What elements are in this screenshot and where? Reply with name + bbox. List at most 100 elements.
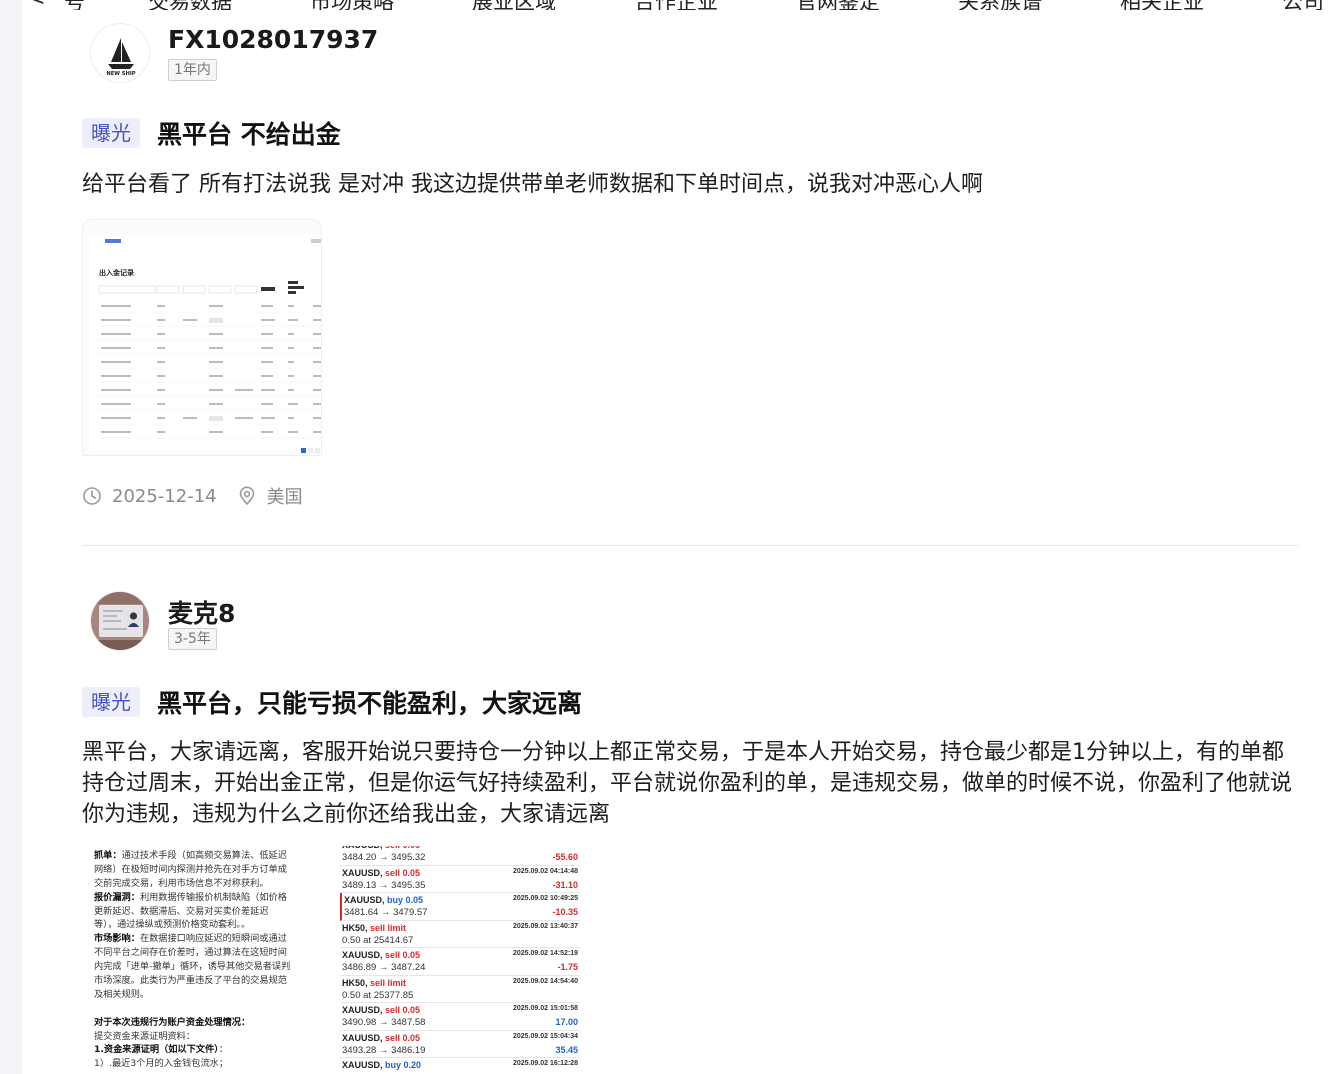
notice-line-text: 等），通过操纵或预测价格变动套利。。 [94,919,251,931]
trade-prices: 3486.89 → 3487.24 [342,962,426,973]
notice-line-text: 通过技术手段（如高频交易算法、低延迟 [121,850,287,861]
post-title[interactable]: 黑平台，只能亏损不能盈利，大家远离 [157,684,582,720]
trade-row: XAUUSD, sell 0.05 3489.13 → 3495.35 2025.0… [340,866,580,893]
trade-row: XAUUSD, buy 0.05 3481.64 → 3479.57 2025.09… [340,893,580,921]
notice-line: 内完成「进单-撤单」循环，诱导其他交易者误判 [94,960,318,974]
trade-row: HK50, sell limit 0.50 at 25414.67 2025.09.… [340,921,580,948]
trade-symbol: XAUUSD, [342,846,385,850]
notice-line: 抓单：通过技术手段（如高频交易算法、低延迟 [94,849,318,863]
trade-symbol: HK50, [342,922,371,933]
post-title-row[interactable]: 曝光 黑平台 不给出金 [82,117,341,149]
trade-symbol: XAUUSD, [342,1032,386,1043]
trade-pnl: 35.45 [555,1044,578,1055]
post-image[interactable]: 抓单：通过技术手段（如高频交易算法、低延迟 网络）在极短时间内探测并抢先在对手方订… [82,846,322,1074]
location-pin-icon [239,486,254,506]
notice-line: 市场深度。此类行为严重违反了平台的交易规范 [94,974,318,988]
pager-current [301,448,306,453]
post-location: 美国 [266,487,303,508]
notice-line: 等），通过操纵或预测价格变动套利。。 [94,918,318,932]
post-title-row[interactable]: 曝光 黑平台，只能亏损不能盈利，大家远离 [82,686,582,718]
username[interactable]: 麦克8 [168,594,235,630]
exposure-tag[interactable]: 曝光 [82,687,140,717]
trade-time: 2025.09.02 04:14:48 [513,867,578,875]
trade-time: 2025.09.02 04:10: [521,846,578,847]
notice-line: 网络）在极短时间内探测并抢先在对手方订单成 [94,863,318,877]
trade-pnl: -31.10 [552,879,578,890]
notice-line: 不同平台之间存在价差时，通过算法在这短时间 [94,946,318,960]
trade-row: XAUUSD, sell 0.05 3493.28 → 3486.19 2025.0… [340,1031,580,1058]
notice-line-text: 提交资金来源证明资料： [94,1030,196,1042]
trade-action: sell 0.05 [385,867,421,878]
trade-time: 2025.09.02 14:54:40 [513,977,578,985]
notice-line-text: 在数据接口响应延迟的短瞬间或通过 [139,933,287,945]
notice-line-bold: 对于本次违规行为账户资金处理情况： [94,1016,251,1028]
trade-pnl: -1.75 [557,962,578,972]
post-title[interactable]: 黑平台 不给出金 [157,115,341,151]
trade-action: sell 0.05 [385,1032,421,1043]
clock-icon [83,487,101,505]
post-body: 给平台看了 所有打法说我 是对冲 我这边提供带单老师数据和下单时间点，说我对冲恶… [82,172,983,197]
tenure-badge: 3-5年 [168,628,217,650]
trade-time: 2025.09.02 16:12:28 [513,1060,578,1067]
trade-row: HK50, sell limit 0.50 at 25377.85 2025.09.… [340,976,580,1003]
tenure-badge: 1年内 [168,59,217,81]
notice-line: 更新延迟、数据滞后、交易对买卖价差延迟 [94,905,318,919]
notice-line: 1）.最近3个月的入金钱包流水； [94,1057,318,1071]
ship-logo-icon: NEW SHIP [106,38,136,77]
notice-line-bold: 1.资金来源证明（如以下文件） [94,1044,219,1056]
notice-line-bold: 报价漏洞： [94,891,140,903]
notice-line: 市场影响：在数据接口响应延迟的短瞬间或通过 [94,932,318,946]
notice-line-text: ： [218,1044,228,1056]
avatar[interactable]: NEW SHIP [90,23,150,83]
trade-row: XAUUSD, sell 0.05 3484.20 → 3495.32 2025.0… [340,846,580,866]
trade-time: 2025.09.02 15:01:58 [513,1005,578,1012]
trade-action: sell 0.05 [385,1005,421,1015]
notice-line-bold: 抓单： [94,850,122,861]
username[interactable]: FX1028017937 [168,25,378,54]
notice-line-text: 不同平台之间存在价差时，通过算法在这短时间 [94,947,287,959]
trade-pnl: -55.60 [552,852,578,862]
notice-line-text: 内完成「进单-撤单」循环，诱导其他交易者误判 [94,961,291,973]
trade-symbol: XAUUSD, [344,895,388,905]
post-divider [82,545,1299,546]
notice-document: 抓单：通过技术手段（如高频交易算法、低延迟 网络）在极短时间内探测并抢先在对手方订… [82,846,322,1071]
notice-line: 交前完成交易，利用市场信息不对称获利。 [94,877,318,891]
trade-prices: 3481.64 → 3479.57 [344,907,428,918]
post-image[interactable]: 出入金记录 [82,219,322,456]
post-card[interactable]: NEW SHIP FX1028017937 1年内 曝光 黑平台 不给出金 给平… [82,0,1302,545]
notice-line [94,1002,318,1016]
trade-symbol: XAUUSD, [342,867,386,878]
trade-row: XAUUSD, sell 0.05 3486.89 → 3487.24 2025.0… [340,948,580,976]
post-card[interactable]: 麦克8 3-5年 曝光 黑平台，只能亏损不能盈利，大家远离 黑平台，大家请远离，… [82,560,1302,1074]
post-image[interactable]: XAUUSD, sell 0.05 3484.20 → 3495.32 2025.0… [340,846,580,1074]
trade-time: 2025.09.02 15:04:34 [513,1032,578,1040]
post-date: 2025-12-14 [112,485,217,507]
trade-prices: 3490.98 → 3487.58 [342,1017,426,1028]
notice-line: 1.资金来源证明（如以下文件）： [94,1043,318,1057]
trade-pnl: 17.00 [555,1017,578,1027]
trade-symbol: XAUUSD, [342,950,386,960]
notice-line: 对于本次违规行为账户资金处理情况： [94,1016,318,1030]
trade-time: 2025.09.02 10:49:25 [513,895,578,902]
trade-symbol: XAUUSD, [342,1060,386,1070]
trade-symbol: XAUUSD, [342,1005,386,1015]
trade-action: sell limit [370,977,407,988]
trade-prices: 3489.13 → 3495.35 [342,879,426,891]
notice-line: 提交资金来源证明资料： [94,1030,318,1044]
trade-prices: 3493.28 → 3486.19 [342,1044,426,1056]
notice-line-text: 利用数据传输报价机制缺陷（如价格 [139,891,287,903]
notice-line-text: 1）.最近3个月的入金钱包流水； [94,1058,229,1070]
exposure-tag[interactable]: 曝光 [82,118,140,148]
trade-symbol: HK50, [342,977,371,988]
trade-action: sell limit [370,922,407,933]
trade-action: sell 0.05 [385,846,420,850]
trade-pnl: -10.35 [552,907,578,917]
notice-line-text: 及相关规则。 [94,988,150,1000]
trade-action: buy 0.05 [387,895,424,905]
notice-line-bold: 市场影响： [94,933,140,945]
notice-line: 及相关规则。 [94,988,318,1002]
notice-line-text: 交前完成交易，利用市场信息不对称获利。 [94,877,269,889]
trade-action: sell 0.05 [385,950,421,960]
avatar[interactable] [90,591,150,651]
id-card-photo-icon [91,592,149,650]
